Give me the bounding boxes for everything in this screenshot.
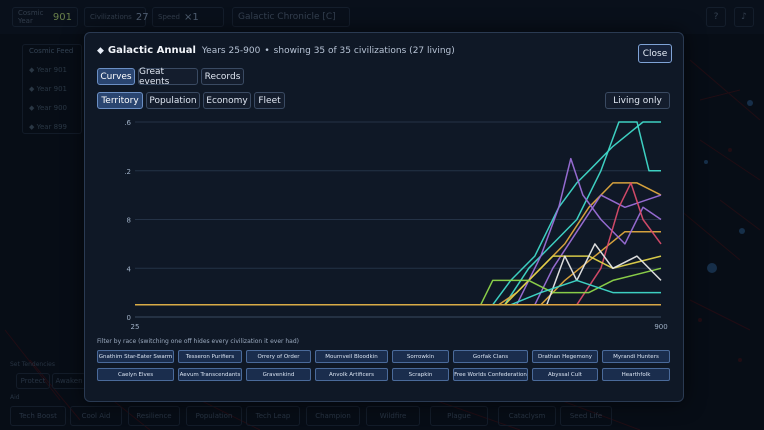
race-filter-button[interactable]: Abyssal Cult [532, 368, 598, 381]
series-line [135, 182, 662, 306]
race-filter-button[interactable]: Sorrowkin [392, 350, 449, 363]
dialog-separator: • [264, 45, 270, 56]
race-filter-button[interactable]: Mournveil Bloodkin [315, 350, 388, 363]
y-tick-label: 8 [127, 217, 131, 225]
tab-records-label: Records [204, 71, 241, 82]
dialog-years: Years 25-900 [201, 45, 261, 56]
dialog-title-row: ◆ Galactic Annual Years 25-900 • showing… [97, 45, 455, 56]
tab-curves[interactable]: Curves [97, 68, 135, 85]
race-filter-button[interactable]: Gnathim Star-Eater Swarm [97, 350, 174, 363]
series-line [135, 182, 662, 306]
y-tick-label: 12 [125, 168, 131, 176]
metric-population[interactable]: Population [146, 92, 200, 109]
race-filter-button[interactable]: Myrandi Hunters [602, 350, 670, 363]
race-filter-button[interactable]: Anvolk Artificers [315, 368, 388, 381]
living-only-label: Living only [613, 95, 662, 106]
close-label: Close [642, 48, 668, 59]
dialog-showing: showing 35 of 35 civilizations (27 livin… [273, 45, 455, 56]
tab-great-events[interactable]: Great events [138, 66, 198, 87]
metric-population-label: Population [149, 95, 197, 106]
race-filter-button[interactable]: Caelyn Elves [97, 368, 174, 381]
y-tick-label: 16 [125, 119, 132, 127]
series-line [135, 121, 661, 306]
race-filter-button[interactable]: Gorfak Clans [453, 350, 528, 363]
series-line [135, 194, 662, 306]
tab-records[interactable]: Records [201, 68, 244, 85]
tab-great-events-label: Great events [139, 66, 170, 87]
dialog-title: Galactic Annual [107, 45, 196, 56]
race-filter-button[interactable]: Scrapkin [392, 368, 449, 381]
y-tick-label: 0 [127, 314, 131, 322]
y-tick-label: 4 [127, 265, 132, 273]
race-filter-button[interactable]: Drathan Hegemony [532, 350, 598, 363]
metric-territory[interactable]: Territory [97, 92, 143, 109]
x-tick-label: 900 [654, 323, 667, 331]
metric-territory-label: Territory [101, 95, 139, 106]
series-line [135, 267, 662, 306]
series-line [135, 121, 661, 306]
race-filter-button[interactable]: Orrery of Order [246, 350, 311, 363]
living-only-toggle[interactable]: Living only [605, 92, 670, 109]
race-filter-button[interactable]: Hearthfolk [602, 368, 670, 381]
race-filter-label: Filter by race (switching one off hides … [97, 338, 300, 345]
x-tick-label: 25 [131, 323, 140, 331]
metric-fleet[interactable]: Fleet [254, 92, 285, 109]
metric-economy[interactable]: Economy [203, 92, 251, 109]
race-filter-button[interactable]: Free Worlds Confederation [453, 368, 528, 381]
metric-economy-label: Economy [206, 95, 248, 106]
race-filter-button[interactable]: Gravenkind [246, 368, 311, 381]
close-button[interactable]: Close [638, 44, 672, 63]
territory-chart: 0 4 8 12 16 25 900 [125, 119, 668, 331]
tab-curves-label: Curves [100, 71, 132, 82]
metric-fleet-label: Fleet [258, 95, 281, 106]
race-filter-button[interactable]: Aevum Transcendants [178, 368, 242, 381]
diamond-icon: ◆ [97, 45, 104, 56]
race-filter-button[interactable]: Tesseron Purifiers [178, 350, 242, 363]
galactic-annual-dialog: ◆ Galactic Annual Years 25-900 • showing… [84, 32, 684, 402]
